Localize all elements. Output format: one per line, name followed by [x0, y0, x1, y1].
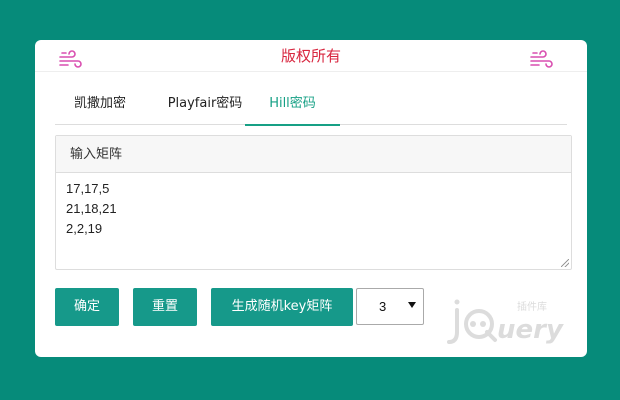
chevron-down-icon [408, 302, 416, 308]
tab-caesar[interactable]: 凯撒加密 [55, 92, 145, 125]
matrix-size-select[interactable]: 3 [356, 288, 424, 325]
confirm-button[interactable]: 确定 [55, 288, 119, 326]
svg-text:uery: uery [497, 315, 564, 345]
main-card: 版权所有 凯撒加密 Playfair密码 Hill密码 输入矩阵 17,17,5… [35, 40, 587, 357]
tab-hill[interactable]: Hill密码 [245, 92, 340, 126]
generate-key-button[interactable]: 生成随机key矩阵 [211, 288, 353, 326]
svg-text:插件库: 插件库 [517, 300, 547, 313]
tab-bar: 凯撒加密 Playfair密码 Hill密码 [55, 92, 567, 126]
panel-heading: 输入矩阵 [56, 136, 571, 173]
matrix-input[interactable]: 17,17,5 21,18,21 2,2,19 [56, 173, 571, 269]
card-header: 版权所有 [35, 40, 587, 72]
matrix-size-value: 3 [379, 299, 387, 314]
reset-button[interactable]: 重置 [133, 288, 197, 326]
wind-icon [530, 50, 553, 68]
header-title: 版权所有 [280, 47, 341, 65]
resize-handle-icon[interactable] [561, 259, 569, 267]
matrix-panel: 输入矩阵 17,17,5 21,18,21 2,2,19 [55, 135, 572, 270]
jquery-watermark-logo: uery 插件库 [447, 299, 564, 345]
